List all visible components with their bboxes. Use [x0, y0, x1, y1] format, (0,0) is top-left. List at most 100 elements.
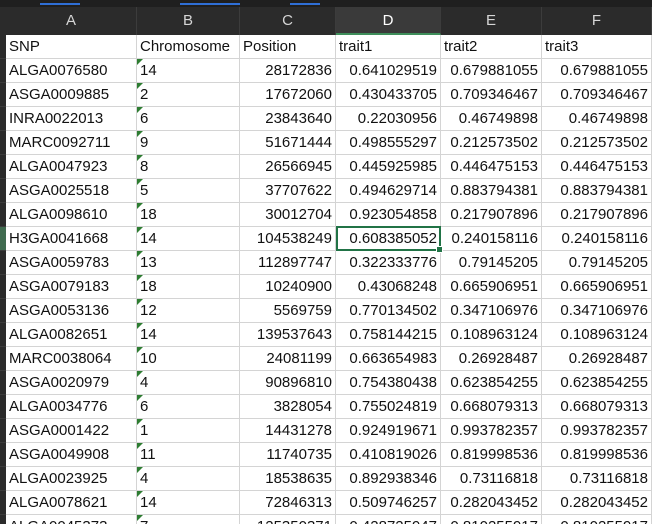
cell-f[interactable]: 0.709346467	[542, 83, 652, 106]
cell-d[interactable]: 0.663654983	[336, 347, 441, 370]
cell-a[interactable]: ALGA0082651	[6, 323, 137, 346]
cell-b[interactable]: 18	[137, 203, 240, 226]
cell-f[interactable]: 0.240158116	[542, 227, 652, 250]
cell-a[interactable]: ASGA0025518	[6, 179, 137, 202]
cell-b[interactable]: 7	[137, 515, 240, 524]
cell-f[interactable]: 0.347106976	[542, 299, 652, 322]
cell-d[interactable]: 0.755024819	[336, 395, 441, 418]
column-header-f[interactable]: F	[542, 7, 652, 35]
cell-f[interactable]: 0.446475153	[542, 155, 652, 178]
cell-b[interactable]: 8	[137, 155, 240, 178]
column-header-d[interactable]: D	[336, 7, 441, 35]
cell-f[interactable]: 0.993782357	[542, 419, 652, 442]
column-header-a[interactable]: A	[6, 7, 137, 35]
cell-e[interactable]: 0.212573502	[441, 131, 542, 154]
cell-f[interactable]: 0.679881055	[542, 59, 652, 82]
cell-d[interactable]: 0.754380438	[336, 371, 441, 394]
cell-f[interactable]: 0.668079313	[542, 395, 652, 418]
column-header-e[interactable]: E	[441, 7, 542, 35]
cell-d[interactable]: 0.892938346	[336, 467, 441, 490]
cell-e[interactable]: 0.240158116	[441, 227, 542, 250]
cell-d[interactable]: 0.770134502	[336, 299, 441, 322]
header-cell-d[interactable]: trait1	[336, 35, 441, 58]
cell-b[interactable]: 13	[137, 251, 240, 274]
cell-d[interactable]: 0.494629714	[336, 179, 441, 202]
cell-c[interactable]: 17672060	[240, 83, 336, 106]
cell-e[interactable]: 0.668079313	[441, 395, 542, 418]
cell-c[interactable]: 51671444	[240, 131, 336, 154]
cell-a[interactable]: ASGA0001422	[6, 419, 137, 442]
cell-f[interactable]: 0.810255917	[542, 515, 652, 524]
cell-f[interactable]: 0.883794381	[542, 179, 652, 202]
cell-e[interactable]: 0.26928487	[441, 347, 542, 370]
cell-b[interactable]: 6	[137, 107, 240, 130]
cell-b[interactable]: 12	[137, 299, 240, 322]
cell-b[interactable]: 14	[137, 491, 240, 514]
cell-f[interactable]: 0.623854255	[542, 371, 652, 394]
cell-a[interactable]: ALGA0078621	[6, 491, 137, 514]
cell-e[interactable]: 0.623854255	[441, 371, 542, 394]
cell-c[interactable]: 37707622	[240, 179, 336, 202]
cell-f[interactable]: 0.665906951	[542, 275, 652, 298]
header-cell-e[interactable]: trait2	[441, 35, 542, 58]
cell-b[interactable]: 4	[137, 467, 240, 490]
cell-c[interactable]: 28172836	[240, 59, 336, 82]
cell-c[interactable]: 23843640	[240, 107, 336, 130]
cell-f[interactable]: 0.79145205	[542, 251, 652, 274]
cell-e[interactable]: 0.883794381	[441, 179, 542, 202]
cell-d[interactable]: 0.430433705	[336, 83, 441, 106]
cell-e[interactable]: 0.446475153	[441, 155, 542, 178]
cell-b[interactable]: 5	[137, 179, 240, 202]
cell-e[interactable]: 0.810255917	[441, 515, 542, 524]
cell-a[interactable]: ALGA0023925	[6, 467, 137, 490]
cell-d[interactable]: 0.758144215	[336, 323, 441, 346]
cell-c[interactable]: 5569759	[240, 299, 336, 322]
cell-d[interactable]: 0.22030956	[336, 107, 441, 130]
cell-d[interactable]: 0.410819026	[336, 443, 441, 466]
cell-b[interactable]: 10	[137, 347, 240, 370]
cell-f[interactable]: 0.282043452	[542, 491, 652, 514]
cell-b[interactable]: 14	[137, 227, 240, 250]
cell-c[interactable]: 90896810	[240, 371, 336, 394]
cell-e[interactable]: 0.347106976	[441, 299, 542, 322]
cell-b[interactable]: 9	[137, 131, 240, 154]
cell-e[interactable]: 0.108963124	[441, 323, 542, 346]
cell-e[interactable]: 0.819998536	[441, 443, 542, 466]
cell-c[interactable]: 104538249	[240, 227, 336, 250]
cell-e[interactable]: 0.709346467	[441, 83, 542, 106]
cell-a[interactable]: INRA0022013	[6, 107, 137, 130]
cell-a[interactable]: ASGA0053136	[6, 299, 137, 322]
cell-a[interactable]: ALGA0034776	[6, 395, 137, 418]
cell-c[interactable]: 24081199	[240, 347, 336, 370]
cell-a[interactable]: ALGA0045373	[6, 515, 137, 524]
cell-f[interactable]: 0.26928487	[542, 347, 652, 370]
cell-a[interactable]: ALGA0047923	[6, 155, 137, 178]
cell-a[interactable]: ASGA0059783	[6, 251, 137, 274]
cell-b[interactable]: 14	[137, 323, 240, 346]
cell-c[interactable]: 10240900	[240, 275, 336, 298]
cell-c[interactable]: 139537643	[240, 323, 336, 346]
cell-a[interactable]: ALGA0076580	[6, 59, 137, 82]
header-cell-c[interactable]: Position	[240, 35, 336, 58]
cell-f[interactable]: 0.212573502	[542, 131, 652, 154]
cell-e[interactable]: 0.282043452	[441, 491, 542, 514]
cell-b[interactable]: 1	[137, 419, 240, 442]
cell-f[interactable]: 0.217907896	[542, 203, 652, 226]
cell-e[interactable]: 0.993782357	[441, 419, 542, 442]
cell-d[interactable]: 0.445925985	[336, 155, 441, 178]
cell-a[interactable]: ASGA0009885	[6, 83, 137, 106]
cell-d[interactable]: 0.608385052	[336, 227, 441, 250]
cell-c[interactable]: 18538635	[240, 467, 336, 490]
cell-d[interactable]: 0.923054858	[336, 203, 441, 226]
cell-b[interactable]: 11	[137, 443, 240, 466]
cell-a[interactable]: H3GA0041668	[6, 227, 137, 250]
column-header-c[interactable]: C	[240, 7, 336, 35]
cell-a[interactable]: ASGA0020979	[6, 371, 137, 394]
cell-b[interactable]: 4	[137, 371, 240, 394]
cell-c[interactable]: 72846313	[240, 491, 336, 514]
cell-c[interactable]: 11740735	[240, 443, 336, 466]
cell-d[interactable]: 0.43068248	[336, 275, 441, 298]
cell-d[interactable]: 0.428725947	[336, 515, 441, 524]
cell-f[interactable]: 0.46749898	[542, 107, 652, 130]
cell-e[interactable]: 0.46749898	[441, 107, 542, 130]
